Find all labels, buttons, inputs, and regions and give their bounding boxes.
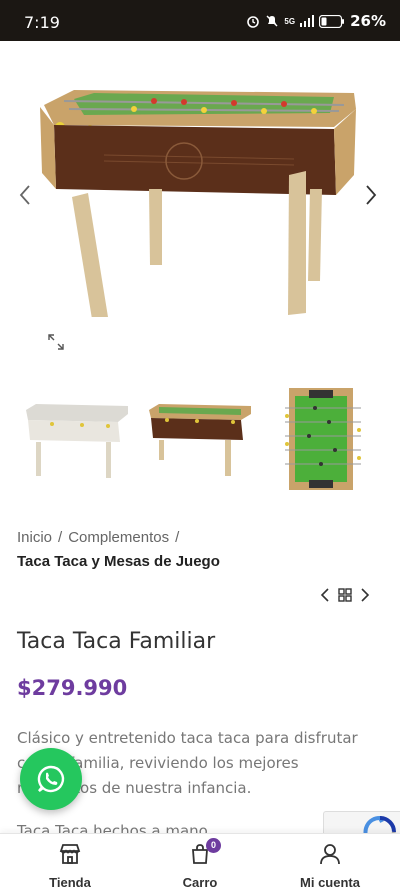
user-icon <box>320 844 340 865</box>
breadcrumb-link-inicio[interactable]: Inicio <box>17 529 52 546</box>
battery-level: 26% <box>350 12 386 30</box>
nav-item-tienda[interactable]: Tienda <box>25 842 115 890</box>
breadcrumb-current-category[interactable]: Taca Taca y Mesas de Juego <box>17 553 220 570</box>
signal-icon <box>300 15 315 27</box>
store-icon <box>59 844 81 864</box>
product-navigation <box>320 587 370 603</box>
nav-label-carro: Carro <box>182 875 218 890</box>
expand-icon[interactable] <box>48 334 64 350</box>
product-thumbnails <box>0 382 400 494</box>
store-icon-wrap <box>58 842 82 866</box>
whatsapp-button[interactable] <box>20 748 82 810</box>
bottom-navigation: Tienda 0 Carro Mi cuenta <box>0 833 400 895</box>
next-product-icon[interactable] <box>360 587 370 603</box>
product-price: $279.990 <box>17 676 128 700</box>
breadcrumb-separator: / <box>58 529 63 546</box>
grid-icon[interactable] <box>338 588 352 602</box>
user-icon-wrap <box>318 842 342 866</box>
alarm-icon <box>247 16 260 28</box>
cart-count-badge: 0 <box>206 838 221 853</box>
whatsapp-icon <box>37 765 65 793</box>
product-main-image[interactable] <box>34 85 366 317</box>
previous-product-icon[interactable] <box>320 587 330 603</box>
cart-icon-wrap: 0 <box>188 838 221 866</box>
breadcrumb-link-complementos[interactable]: Complementos <box>68 529 169 546</box>
product-title: Taca Taca Familiar <box>17 629 216 654</box>
nav-label-tienda: Tienda <box>49 875 91 890</box>
status-icons: 5G 26% <box>246 12 386 30</box>
thumbnail-brown-table[interactable] <box>147 402 253 478</box>
gallery-prev-arrow-icon[interactable] <box>18 184 32 206</box>
nav-item-mi-cuenta[interactable]: Mi cuenta <box>285 842 375 890</box>
nav-label-mi-cuenta: Mi cuenta <box>300 875 360 890</box>
breadcrumb-separator: / <box>175 529 180 546</box>
thumbnail-top-view[interactable] <box>285 386 361 492</box>
status-bar: 7:19 5G 26% <box>0 0 400 41</box>
nav-item-carro[interactable]: 0 Carro <box>155 838 245 890</box>
thumbnail-white-table[interactable] <box>22 402 132 482</box>
product-gallery[interactable] <box>0 41 400 361</box>
status-time: 7:19 <box>24 13 60 32</box>
gallery-next-arrow-icon[interactable] <box>364 184 378 206</box>
battery-icon <box>319 14 345 28</box>
breadcrumb: Inicio / Complementos / <box>17 529 185 546</box>
network-label: 5G <box>284 16 296 26</box>
mute-icon <box>266 15 278 27</box>
